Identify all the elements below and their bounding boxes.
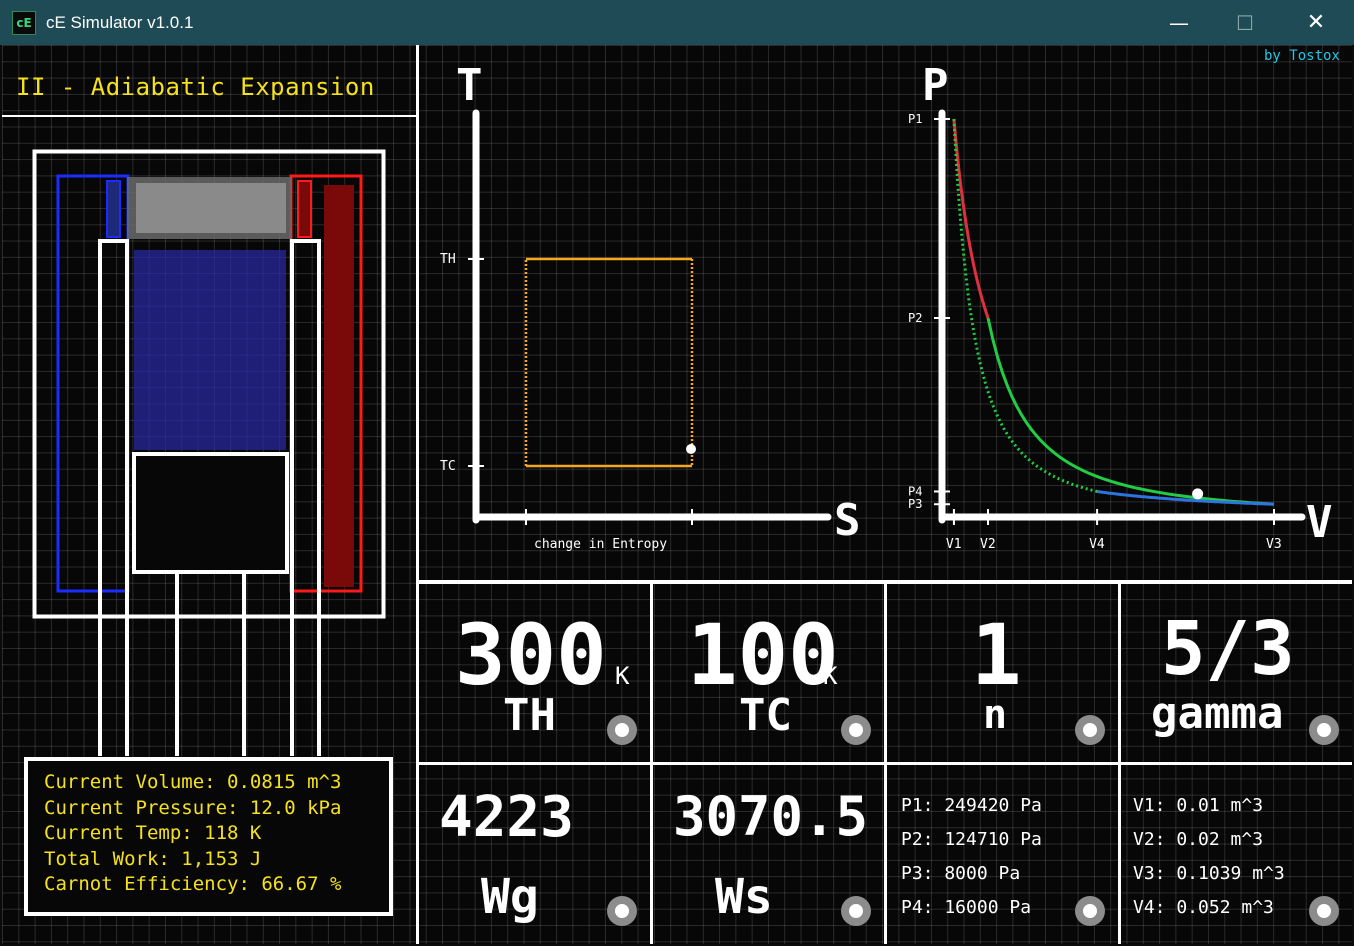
n-value: 1 [971, 606, 1022, 704]
ts-th-tick-label: TH [440, 252, 456, 267]
pv-isothermal-hot-curve [952, 118, 990, 319]
volumes-knob[interactable] [1309, 896, 1339, 926]
wg-display: 4223 Wg [419, 765, 650, 944]
pressures-display: P1: 249420 Pa P2: 124710 Pa P3: 8000 Pa … [887, 765, 1118, 944]
gamma-knob[interactable] [1309, 715, 1339, 745]
th-unit: K [615, 662, 630, 690]
title-bar: cE cE Simulator v1.0.1 — ☐ ✕ [0, 0, 1354, 45]
wg-label: Wg [481, 869, 539, 925]
maximize-button[interactable]: ☐ [1210, 0, 1280, 45]
v3-text: V3: 0.1039 m^3 [1133, 863, 1285, 884]
tc-control: 100 K TC [653, 584, 884, 762]
p3-text: P3: 8000 Pa [901, 863, 1021, 884]
pv-p-axis-label: P [922, 60, 949, 111]
tc-knob[interactable] [841, 715, 871, 745]
pv-v1-tick-label: V1 [946, 537, 962, 552]
ts-diagram: T S TH TC change in Entropy [440, 60, 861, 552]
ws-display: 3070.5 Ws [653, 765, 884, 944]
p2-text: P2: 124710 Pa [901, 829, 1042, 850]
gamma-value: 5/3 [1161, 606, 1295, 692]
insulating-lid-inner [136, 183, 286, 233]
cold-reservoir [56, 174, 130, 593]
pv-diagram: P V V1 V2 V4 V3P1P2P4P3 [908, 60, 1333, 552]
ts-tc-tick-label: TC [440, 459, 456, 474]
cylinder-right-wall [290, 239, 321, 756]
gas-volume [134, 250, 286, 450]
ws-knob[interactable] [841, 896, 871, 926]
tc-label: TC [739, 690, 792, 741]
piston-head [132, 452, 289, 574]
pv-v4-tick-label: V4 [1089, 537, 1105, 552]
cold-reservoir-contact [106, 180, 121, 238]
app-icon: cE [12, 10, 36, 35]
n-control: 1 n [887, 584, 1118, 762]
p4-text: P4: 16000 Pa [901, 897, 1032, 918]
current-temp-text: Current Temp: 118 K [44, 822, 262, 844]
pv-v3-tick-label: V3 [1266, 537, 1282, 552]
gamma-label: gamma [1151, 688, 1284, 739]
n-knob[interactable] [1075, 715, 1105, 745]
n-label: n [983, 692, 1008, 738]
p1-text: P1: 249420 Pa [901, 795, 1042, 816]
pv-adiabatic-compression-curve [952, 118, 1098, 493]
pv-adiabatic-expansion-curve [986, 317, 1275, 506]
ts-x-caption: change in Entropy [534, 537, 667, 552]
close-button[interactable]: ✕ [1281, 0, 1351, 45]
pv-p3-tick-label: P3 [908, 497, 922, 511]
carnot-efficiency-text: Carnot Efficiency: 66.67 % [44, 873, 342, 895]
pv-p2-tick-label: P2 [908, 311, 922, 325]
pressures-knob[interactable] [1075, 896, 1105, 926]
pv-curves [952, 118, 1275, 506]
tc-unit: K [823, 662, 838, 690]
ws-value: 3070.5 [673, 785, 869, 848]
hot-reservoir-fill [324, 185, 354, 587]
ts-current-state-marker [686, 444, 696, 454]
current-volume-text: Current Volume: 0.0815 m^3 [44, 771, 342, 793]
ws-label: Ws [715, 869, 773, 925]
v1-text: V1: 0.01 m^3 [1133, 795, 1264, 816]
v4-text: V4: 0.052 m^3 [1133, 897, 1274, 918]
pv-v-axis-label: V [1306, 497, 1333, 548]
hot-reservoir-contact [297, 180, 312, 238]
ts-s-axis-label: S [834, 495, 861, 546]
gamma-control: 5/3 gamma [1121, 584, 1352, 762]
th-control: 300 K TH [419, 584, 650, 762]
pv-current-state-marker [1192, 488, 1204, 500]
total-work-text: Total Work: 1,153 J [44, 847, 262, 870]
pv-v2-tick-label: V2 [980, 537, 996, 552]
pv-p1-tick-label: P1 [908, 112, 922, 126]
pv-ticks: V1 V2 V4 V3P1P2P4P3 [908, 112, 1282, 552]
v2-text: V2: 0.02 m^3 [1133, 829, 1264, 850]
th-label: TH [503, 690, 556, 741]
status-panel: Current Volume: 0.0815 m^3 Current Press… [24, 757, 393, 916]
minimize-button[interactable]: — [1144, 0, 1214, 45]
simulator-canvas: II - Adiabatic Expansion by Tostox Curre… [2, 45, 1352, 944]
window-title: cE Simulator v1.0.1 [46, 12, 194, 32]
volumes-display: V1: 0.01 m^3 V2: 0.02 m^3 V3: 0.1039 m^3… [1121, 765, 1352, 944]
cylinder-left-wall [98, 239, 129, 756]
wg-value: 4223 [439, 785, 574, 850]
current-pressure-text: Current Pressure: 12.0 kPa [44, 796, 342, 819]
wg-knob[interactable] [607, 896, 637, 926]
th-knob[interactable] [607, 715, 637, 745]
ts-t-axis-label: T [456, 60, 483, 111]
